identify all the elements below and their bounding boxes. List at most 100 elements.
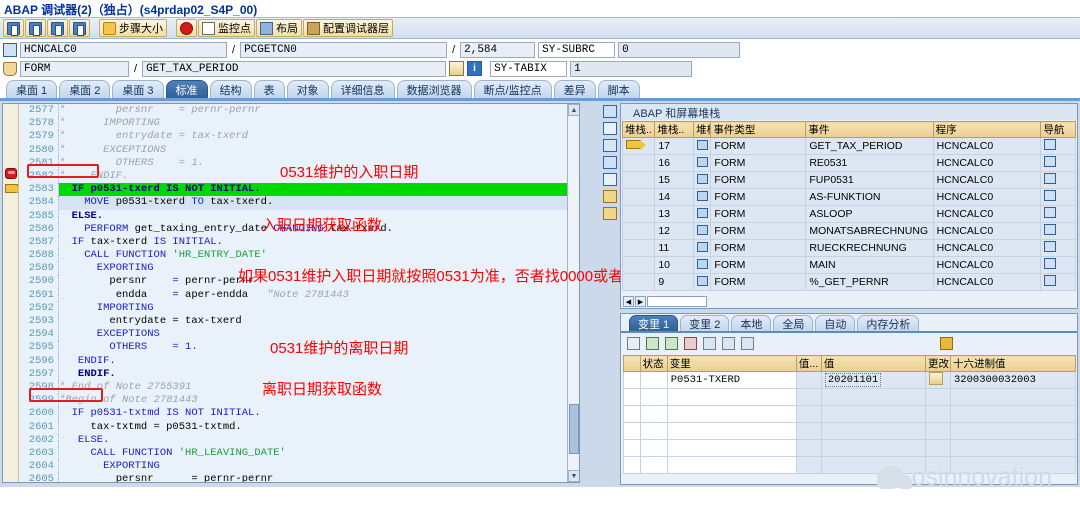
watchpoint-button[interactable]: 监控点 (198, 19, 255, 37)
breakpoint-marker[interactable] (5, 168, 17, 179)
code-line[interactable]: MOVE p0531-txerd TO tax-txerd. (59, 196, 579, 210)
table-row-empty[interactable] (623, 405, 1076, 423)
table-row[interactable]: 9 FORM %_GET_PERNR HCNCALC0 (622, 273, 1076, 291)
code-line[interactable]: EXPORTING (59, 262, 579, 275)
navigate-icon[interactable] (1044, 156, 1057, 167)
code-line[interactable]: OTHERS = 1. (59, 341, 579, 354)
split-icon[interactable] (603, 173, 617, 186)
navigate-icon[interactable] (1044, 173, 1057, 184)
code-line[interactable]: ENDIF. (59, 368, 579, 381)
delete-icon[interactable] (627, 336, 640, 350)
event-type-field[interactable]: FORM (20, 60, 129, 77)
bookmark-icon[interactable] (603, 190, 617, 203)
tab-5[interactable]: 表 (253, 80, 285, 98)
table-row[interactable]: P0531-TXERD 20201101 3200300032003 (623, 371, 1076, 389)
variables-table[interactable]: 状态 变里 值... 值更改 十六进制值 P0531-TXERD 20201101 3200… (623, 355, 1076, 474)
variables-tab-5[interactable]: 内存分析 (857, 315, 920, 331)
table-row[interactable]: 15 FORM FUP0531 HCNCALC0 (622, 171, 1076, 189)
table-row-empty[interactable] (623, 456, 1076, 474)
breakpoint-gutter[interactable] (3, 104, 21, 482)
variables-tab-4[interactable]: 自动 (815, 315, 856, 331)
navigate-icon[interactable] (1044, 258, 1057, 269)
variables-column-header[interactable]: 变里 (666, 355, 797, 372)
code-line[interactable]: tax-txtmd = p0531-txtmd. (59, 421, 579, 434)
stack-column-header[interactable]: 事件类型 (710, 121, 807, 138)
table-row-empty[interactable] (623, 388, 1076, 406)
code-line[interactable]: EXPORTING (59, 460, 579, 473)
code-line[interactable]: * OTHERS = 1. (59, 157, 579, 170)
tab-10[interactable]: 差异 (553, 80, 596, 98)
table-row-empty[interactable] (623, 439, 1076, 457)
navigate-icon[interactable] (1044, 275, 1057, 286)
stack-table[interactable]: 堆栈..堆栈..堆栈事件类型事件程序导航 17FORMGET_TAX_PERIO… (622, 121, 1076, 291)
navigate-icon[interactable] (1044, 224, 1057, 235)
step-into-button[interactable] (3, 19, 24, 37)
scroll-down-arrow[interactable]: ▼ (568, 470, 579, 482)
detach-icon[interactable] (603, 139, 617, 152)
code-line[interactable]: IMPORTING (59, 302, 579, 315)
close-editor-icon[interactable] (603, 105, 617, 118)
sysfield-subrc-label[interactable]: SY-SUBRC (538, 41, 616, 58)
code-line[interactable]: PERFORM get_taxing_entry_date CHANGING t… (59, 223, 579, 236)
code-line[interactable]: persnr = pernr-pernr (59, 275, 579, 288)
table-row[interactable]: 17 FORM GET_TAX_PERIOD HCNCALC0 (622, 137, 1076, 155)
configure-debugger-layer-button[interactable]: 配置调试器层 (303, 19, 393, 37)
scroll-up-arrow[interactable]: ▲ (568, 104, 579, 116)
variables-tab-1[interactable]: 变里 2 (680, 315, 730, 331)
pin-icon[interactable] (603, 207, 617, 220)
table-row[interactable]: 16 FORM RE0531 HCNCALC0 (622, 154, 1076, 172)
tab-7[interactable]: 详细信息 (330, 80, 395, 98)
stack-navigate-cell[interactable] (1040, 222, 1076, 240)
table-row[interactable]: 12 FORM MONATSABRECHNUNG HCNCALC0 (622, 222, 1076, 240)
variables-tab-3[interactable]: 全局 (773, 315, 814, 331)
tab-1[interactable]: 桌面 2 (59, 80, 111, 98)
table-row[interactable]: 13 FORM ASLOOP HCNCALC0 (622, 205, 1076, 223)
code-line[interactable]: IF tax-txerd IS INITIAL. (59, 236, 579, 249)
info-icon[interactable]: i (467, 61, 483, 76)
copy-icon[interactable] (646, 336, 659, 350)
code-line[interactable]: entrydate = tax-txerd (59, 315, 579, 328)
stack-navigate-cell[interactable] (1040, 171, 1076, 189)
stack-column-header[interactable]: 事件 (805, 121, 934, 138)
stack-column-header[interactable]: 堆栈 (693, 121, 712, 138)
pager-field[interactable] (647, 296, 707, 307)
navigate-icon[interactable] (1044, 139, 1057, 150)
pager-next-button[interactable]: ▶ (635, 296, 646, 307)
event-name-field[interactable]: GET_TAX_PERIOD (142, 60, 447, 77)
stop-button[interactable] (176, 19, 197, 37)
tab-0[interactable]: 桌面 1 (6, 80, 58, 98)
scroll-thumb[interactable] (569, 404, 579, 454)
stack-navigate-cell[interactable] (1040, 239, 1076, 257)
save-icon[interactable] (940, 336, 953, 350)
code-line[interactable]: IF p0531-txtmd IS NOT INITIAL. (59, 407, 579, 420)
variables-column-header[interactable] (623, 355, 641, 372)
variables-tab-0[interactable]: 变里 1 (629, 315, 679, 331)
code-line[interactable]: *Begin of Note 2781443 (59, 394, 579, 407)
sysfield-tabix-label[interactable]: SY-TABIX (490, 60, 568, 77)
tab-6[interactable]: 对象 (286, 80, 329, 98)
code-line[interactable]: * ENDIF. (59, 170, 579, 183)
pager-prev-button[interactable]: ◀ (623, 296, 634, 307)
code-line[interactable]: * EXCEPTIONS (59, 144, 579, 157)
code-line[interactable]: * entrydate = tax-txerd (59, 130, 579, 143)
line-field[interactable]: 2,584 (460, 41, 536, 58)
code-line[interactable]: endda = aper-endda "Note 2781443 (59, 289, 579, 302)
variable-change-cell[interactable] (925, 371, 951, 389)
continue-button[interactable] (69, 19, 90, 37)
source-editor[interactable]: 2577 2578 2579 2580 2581 2582 2583 2584 2585 2586… (2, 103, 580, 483)
code-line[interactable]: IF p0531-txerd IS NOT INITIAL. (59, 183, 579, 197)
stack-navigate-cell[interactable] (1040, 137, 1076, 155)
include-field[interactable]: PCGETCN0 (240, 41, 448, 58)
tab-8[interactable]: 数据浏览器 (396, 80, 472, 98)
new-window-icon[interactable] (603, 122, 617, 135)
code-line[interactable]: * IMPORTING (59, 117, 579, 130)
code-lines[interactable]: * persnr = pernr-pernr * IMPORTING * entry… (59, 104, 579, 482)
paste-icon[interactable] (665, 336, 678, 350)
variables-column-header[interactable]: 十六进制值 (949, 355, 1076, 372)
stack-navigate-cell[interactable] (1040, 188, 1076, 206)
tab-9[interactable]: 断点/监控点 (473, 80, 552, 98)
variables-column-header[interactable]: 状态 (639, 355, 668, 372)
navigate-icon[interactable] (1044, 207, 1057, 218)
stack-pager[interactable]: ◀ ▶ (623, 296, 707, 307)
stack-navigate-cell[interactable] (1040, 273, 1076, 291)
